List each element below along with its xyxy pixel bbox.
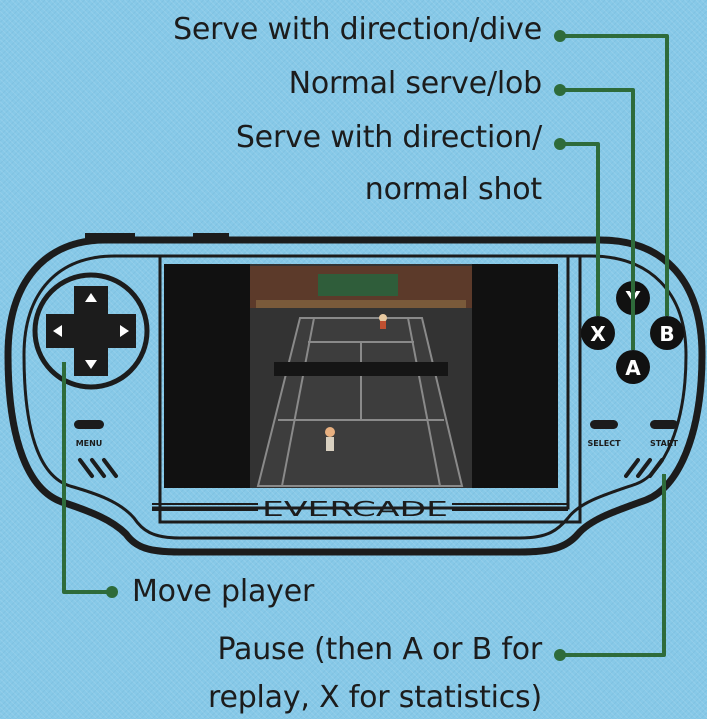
player-near-body xyxy=(326,437,334,451)
a-button[interactable]: A xyxy=(616,350,650,384)
x-button[interactable]: X xyxy=(581,316,615,350)
svg-text:B: B xyxy=(659,322,674,346)
menu-label: MENU xyxy=(76,439,103,448)
tennis-net xyxy=(274,362,448,376)
player-far xyxy=(379,314,387,322)
player-far-body xyxy=(380,321,386,329)
menu-button[interactable] xyxy=(74,420,104,429)
speaker-grille-icon xyxy=(78,458,118,478)
dpad-icon[interactable] xyxy=(32,272,150,390)
controller-diagram: MENU SELECT START EVERCADE Y X B A xyxy=(4,30,706,661)
brand-strip: EVERCADE xyxy=(152,497,568,521)
brand-label: EVERCADE xyxy=(262,497,448,521)
leader-move-player xyxy=(62,362,108,594)
svg-text:A: A xyxy=(625,356,641,380)
svg-text:X: X xyxy=(590,322,606,346)
select-button[interactable] xyxy=(590,420,618,429)
game-screen xyxy=(164,264,558,488)
crowd-highlight xyxy=(256,300,466,308)
player-near xyxy=(325,427,335,437)
scoreboard xyxy=(318,274,398,296)
speaker-grille-icon-right xyxy=(624,458,664,478)
b-button[interactable]: B xyxy=(650,316,684,350)
start-button[interactable] xyxy=(650,420,678,429)
start-label: START xyxy=(650,439,679,448)
select-label: SELECT xyxy=(587,439,621,448)
